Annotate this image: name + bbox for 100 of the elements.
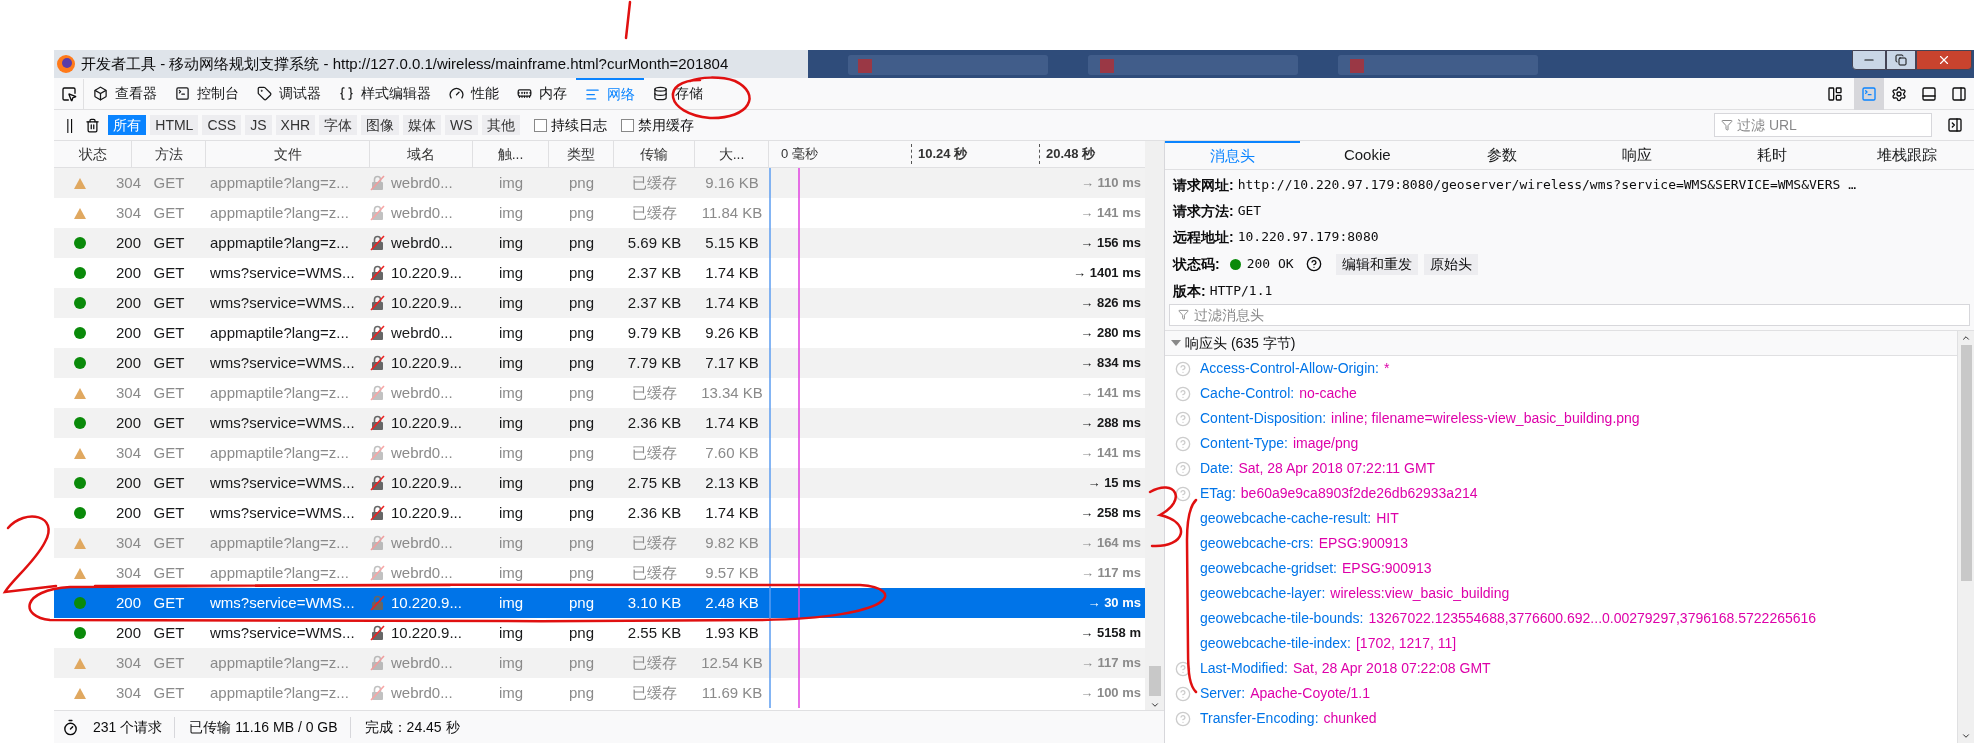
header-name: geowebcache-gridset: [1200, 559, 1337, 578]
trash-icon [85, 117, 101, 133]
request-row[interactable]: 200 GET wms?service=WMS... 10.220.9... img png 2.36 KB 1.74 KB → 288 ms [54, 408, 1145, 438]
type-filter-button[interactable]: 图像 [361, 115, 400, 135]
column-header[interactable]: 文件 [206, 141, 370, 167]
timing-label: → 258 ms [1080, 504, 1141, 523]
tool-tab[interactable]: 样式编辑器 [330, 77, 440, 110]
scrollbar[interactable] [1957, 331, 1974, 743]
header-value: [1702, 1217, 11] [1356, 634, 1457, 653]
warning-triangle-icon [74, 207, 86, 219]
header-name: Access-Control-Allow-Origin: [1200, 359, 1379, 378]
status-code: 304 [116, 442, 142, 463]
type-cell-text: png [568, 412, 595, 433]
details-tab[interactable]: 堆栈跟踪 [1839, 141, 1974, 169]
pause-button[interactable]: || [62, 114, 78, 136]
type-filter-button[interactable]: WS [445, 115, 478, 135]
tool-tab[interactable]: 性能 [440, 77, 508, 110]
type-filter-button[interactable]: 所有 [108, 115, 147, 135]
insecure-lock-icon [370, 565, 385, 581]
request-row[interactable]: 200 GET wms?service=WMS... 10.220.9... img png 3.10 KB 2.48 KB → 30 ms [54, 588, 1145, 618]
column-header[interactable]: 传输 [614, 141, 695, 167]
cause-cell-text: img [497, 202, 525, 223]
type-filter-button[interactable]: XHR [275, 115, 316, 135]
type-filter-button[interactable]: CSS [202, 115, 242, 135]
domain-cell-text: webrd0... [391, 652, 453, 673]
tool-tab[interactable]: 调试器 [248, 77, 330, 110]
header-action-button[interactable]: 编辑和重发 [1335, 253, 1418, 275]
insecure-lock-icon [370, 205, 385, 221]
type-cell-text: png [568, 562, 595, 583]
column-header[interactable]: 方法 [132, 141, 206, 167]
type-filter-button[interactable]: 字体 [319, 115, 358, 135]
timing-label: → 288 ms [1080, 414, 1141, 433]
header-value: be60a9e9ca8903f2de26db62933a214 [1240, 484, 1478, 503]
request-row[interactable]: 200 GET wms?service=WMS... 10.220.9... img png 2.37 KB 1.74 KB → 826 ms [54, 288, 1145, 318]
type-filter-button[interactable]: 媒体 [403, 115, 442, 135]
timing-label: → 280 ms [1080, 324, 1141, 343]
request-row[interactable]: 200 GET appmaptile?lang=z... webrd0... img png 5.69 KB 5.15 KB → 156 ms [54, 228, 1145, 258]
close-button[interactable] [1916, 50, 1972, 70]
domain-cell-text: webrd0... [391, 682, 453, 703]
warning-triangle-icon [74, 567, 86, 579]
scrollbar-thumb[interactable] [1960, 345, 1972, 581]
restore-button[interactable] [1886, 50, 1916, 70]
cause-cell-text: img [497, 232, 525, 253]
scrollbar-thumb[interactable] [1148, 666, 1161, 696]
status-code: 304 [116, 532, 142, 553]
insecure-lock-icon [370, 325, 385, 341]
size-cell-text: 1.74 KB [704, 502, 760, 523]
scrollbar[interactable] [1145, 141, 1164, 710]
column-header[interactable]: 触... [473, 141, 549, 167]
type-filter-button[interactable]: HTML [150, 115, 199, 135]
scroll-down-icon [1961, 731, 1971, 741]
domain-cell-text: webrd0... [391, 202, 453, 223]
url-filter-field[interactable]: 过滤 URL [1714, 113, 1932, 137]
header-value: inline; filename=wireless-view_basic_building.png [1331, 409, 1640, 428]
scroll-up-icon [1961, 333, 1971, 343]
cause-cell-text: img [497, 292, 525, 313]
checkbox-label: 持续日志 [550, 115, 607, 135]
file-cell-text: appmaptile?lang=z... [209, 172, 350, 193]
type-cell-text: png [568, 442, 595, 463]
insecure-lock-icon [370, 175, 385, 191]
checkbox[interactable] [533, 118, 547, 132]
domain-cell-text: 10.220.9... [391, 622, 462, 643]
section-header[interactable]: 响应头 (635 字节) [1165, 331, 1957, 356]
annotation-scribble [1148, 486, 1183, 548]
performance-icon[interactable] [62, 718, 79, 736]
details-tab[interactable]: 耗时 [1704, 141, 1840, 169]
request-row[interactable]: 200 GET wms?service=WMS... 10.220.9... img png 7.79 KB 7.17 KB → 834 ms [54, 348, 1145, 378]
details-tab[interactable]: Cookie [1299, 141, 1435, 169]
type-filter-button[interactable]: 其他 [481, 115, 520, 135]
file-cell-text: wms?service=WMS... [209, 622, 356, 643]
status-code: 200 [116, 322, 142, 343]
column-header[interactable]: 类型 [549, 141, 614, 167]
checkbox[interactable] [620, 118, 634, 132]
type-cell-text: png [568, 592, 595, 613]
minimize-button[interactable] [1852, 50, 1886, 70]
split-console-button[interactable] [1854, 77, 1884, 110]
details-tab[interactable]: 响应 [1569, 141, 1705, 169]
domain-cell-text: webrd0... [391, 562, 453, 583]
file-cell-text: wms?service=WMS... [209, 262, 356, 283]
column-header[interactable]: 大... [695, 141, 769, 167]
header-name: Last-Modified: [1200, 659, 1288, 678]
column-header[interactable]: 状态 [54, 141, 132, 167]
size-cell-text: 1.74 KB [704, 262, 760, 283]
close-icon [1937, 53, 1951, 67]
tag-icon [257, 86, 272, 101]
cause-cell-text: img [497, 172, 525, 193]
column-header[interactable]: 域名 [370, 141, 473, 167]
tool-tab[interactable]: 存储 [644, 77, 712, 110]
cause-cell-text: img [497, 532, 525, 553]
type-filter-button[interactable]: JS [245, 115, 272, 135]
timeline-tick: 0 毫秒 [781, 145, 819, 164]
headers-filter-field[interactable]: 过滤消息头 [1169, 304, 1970, 326]
header-action-button[interactable]: 原始头 [1423, 253, 1478, 275]
help-icon[interactable] [1305, 256, 1322, 272]
tool-tab[interactable]: 控制台 [166, 77, 248, 110]
tool-tab[interactable]: 内存 [508, 77, 576, 110]
request-row[interactable]: 200 GET wms?service=WMS... 10.220.9... img png 2.75 KB 2.13 KB → 15 ms [54, 468, 1145, 498]
cause-cell-text: img [497, 562, 525, 583]
details-tab[interactable]: 参数 [1434, 141, 1570, 169]
tool-tab[interactable]: 查看器 [84, 77, 166, 110]
